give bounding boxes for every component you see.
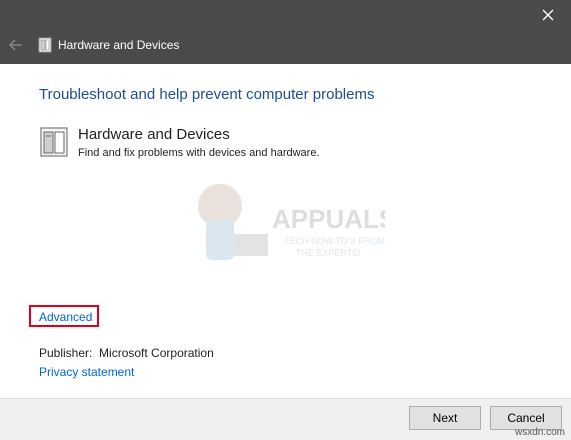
close-icon	[542, 9, 554, 21]
publisher-value: Microsoft Corporation	[99, 346, 214, 360]
next-button[interactable]: Next	[409, 406, 481, 430]
back-arrow-icon	[9, 39, 22, 51]
hardware-device-icon	[40, 127, 68, 157]
close-button[interactable]	[525, 0, 571, 30]
troubleshooter-description: Find and fix problems with devices and h…	[78, 147, 320, 159]
appuals-watermark: APPUALS TECH HOW-TO'S FROM THE EXPERTS!	[198, 184, 385, 260]
troubleshooter-name: Hardware and Devices	[78, 126, 230, 143]
hardware-device-icon	[38, 37, 52, 53]
publisher-label: Publisher:	[39, 346, 93, 360]
publisher-row: Publisher: Microsoft Corporation	[39, 346, 214, 360]
page-heading: Troubleshoot and help prevent computer p…	[39, 86, 375, 103]
watermark-tagline-1: TECH HOW-TO'S FROM	[284, 236, 385, 246]
privacy-statement-link[interactable]: Privacy statement	[39, 365, 134, 379]
watermark-tagline-2: THE EXPERTS!	[296, 248, 361, 258]
watermark-brand: APPUALS	[272, 204, 385, 234]
site-watermark-text: wsxdn.com	[514, 427, 565, 438]
back-button[interactable]	[4, 33, 28, 57]
title-bar: Hardware and Devices	[0, 0, 571, 64]
window-title: Hardware and Devices	[58, 38, 180, 52]
dialog-footer	[0, 398, 571, 440]
advanced-link[interactable]: Advanced	[39, 310, 92, 324]
